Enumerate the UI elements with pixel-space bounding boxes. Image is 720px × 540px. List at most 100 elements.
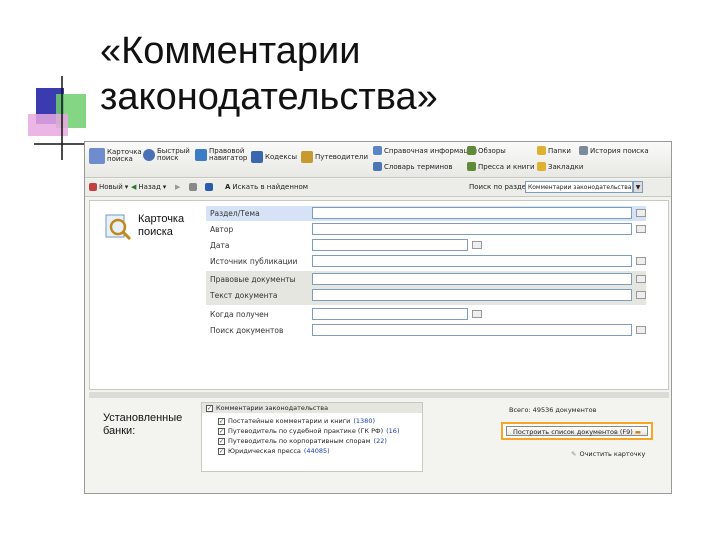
field-row-section[interactable]: Раздел/Тема <box>206 206 646 221</box>
bank-item[interactable]: ✓ Юридическая пресса (44085) <box>218 447 330 455</box>
word-button[interactable] <box>205 183 213 191</box>
section-select-arrow[interactable]: ▼ <box>633 181 643 193</box>
menu-folders[interactable]: Папки <box>537 146 571 155</box>
field-list-icon[interactable] <box>636 275 646 283</box>
banks-list: ✓ Комментарии законодательства ✓ Постате… <box>201 402 423 472</box>
folder-icon <box>537 146 546 155</box>
field-row-legal-docs[interactable]: Правовые документы <box>206 272 646 287</box>
field-input[interactable] <box>312 308 468 320</box>
field-input[interactable] <box>312 273 632 285</box>
menu-legal-navigator[interactable]: Правовой навигатор <box>195 148 251 162</box>
slide-title-line2: законодательства» <box>100 76 438 118</box>
field-list-icon[interactable] <box>472 241 482 249</box>
banks-header[interactable]: ✓ Комментарии законодательства <box>202 403 422 413</box>
eraser-icon: ✎ <box>571 450 577 458</box>
bank-item[interactable]: ✓ Постатейные комментарии и книги (1380) <box>218 417 375 425</box>
section-select[interactable]: Комментарии законодательства <box>525 181 633 193</box>
forward-button[interactable]: ▶ <box>175 183 180 191</box>
search-card-magnifier-icon <box>105 214 132 241</box>
field-input[interactable] <box>312 207 632 219</box>
menu-search-card[interactable]: Карточка поиска <box>89 148 147 164</box>
field-label: Источник публикации <box>210 257 298 266</box>
menu-reference-info-label: Справочная информация <box>384 146 477 155</box>
menu-guides[interactable]: Путеводители <box>301 151 368 163</box>
field-row-date[interactable]: Дата <box>206 238 646 253</box>
field-row-source[interactable]: Источник публикации <box>206 254 646 269</box>
new-button[interactable]: Новый ▾ <box>89 183 128 191</box>
back-button-label: Назад <box>138 183 161 191</box>
menu-dictionary-label: Словарь терминов <box>384 162 453 171</box>
menu-bookmarks-label: Закладки <box>548 162 584 171</box>
clear-card-label: Очистить карточку <box>579 450 646 458</box>
menu-reviews[interactable]: Обзоры <box>467 146 506 155</box>
bank-item[interactable]: ✓ Путеводитель по судебной практике (ГК … <box>218 427 399 435</box>
show-all-button[interactable]: A Искать в найденном <box>225 183 308 191</box>
search-card-icon <box>89 148 105 164</box>
search-card-title: Карточка поиска <box>138 213 184 239</box>
build-list-button[interactable]: Построить список документов (F9) ▬ <box>506 426 648 436</box>
slide-title-line1: «Комментарии <box>100 30 361 72</box>
field-input[interactable] <box>312 324 632 336</box>
field-input[interactable] <box>312 289 632 301</box>
field-row-author[interactable]: Автор <box>206 222 646 237</box>
history-icon <box>579 146 588 155</box>
menu-codes[interactable]: Кодексы <box>251 151 297 163</box>
field-list-icon[interactable] <box>636 209 646 217</box>
section-select-value: Комментарии законодательства <box>528 183 632 191</box>
field-input[interactable] <box>312 239 468 251</box>
banks-title: Установленные банки: <box>103 412 182 438</box>
menu-folders-label: Папки <box>548 146 571 155</box>
bank-item[interactable]: ✓ Путеводитель по корпоративным спорам (… <box>218 437 387 445</box>
banks-header-label: Комментарии законодательства <box>216 404 329 412</box>
build-list-icon: ▬ <box>634 428 642 436</box>
field-input[interactable] <box>312 223 632 235</box>
field-label: Поиск документов <box>210 326 284 335</box>
menu-search-history[interactable]: История поиска <box>579 146 649 155</box>
bank-label: Постатейные комментарии и книги <box>228 417 351 425</box>
bank-checkbox[interactable]: ✓ <box>218 427 225 435</box>
field-label: Текст документа <box>210 291 278 300</box>
bookmark-icon <box>537 162 546 171</box>
field-row-received[interactable]: Когда получен <box>206 307 646 322</box>
clear-card-button[interactable]: ✎ Очистить карточку <box>571 450 645 458</box>
banks-header-checkbox[interactable]: ✓ <box>206 404 213 412</box>
bank-checkbox[interactable]: ✓ <box>218 437 225 445</box>
menu-search-card-label: Карточка поиска <box>107 148 142 163</box>
field-list-icon[interactable] <box>636 225 646 233</box>
font-icon: A <box>225 183 231 191</box>
menu-quick-search-label: Быстрый поиск <box>157 147 190 162</box>
menu-guides-label: Путеводители <box>315 153 368 161</box>
field-list-icon[interactable] <box>636 291 646 299</box>
found-count: Всего: 49536 документов <box>509 406 597 414</box>
menu-press[interactable]: Пресса и книги <box>467 162 535 171</box>
panel-splitter[interactable] <box>89 392 669 398</box>
field-list-icon[interactable] <box>636 326 646 334</box>
field-row-doc-search[interactable]: Поиск документов <box>206 323 646 338</box>
menu-bookmarks[interactable]: Закладки <box>537 162 583 171</box>
consultant-window: Карточка поиска Быстрый поиск Правовой н… <box>84 141 672 494</box>
field-input[interactable] <box>312 255 632 267</box>
build-list-button-highlight[interactable]: Построить список документов (F9) ▬ <box>501 422 653 440</box>
banks-panel: Установленные банки: ✓ Комментарии закон… <box>89 400 669 492</box>
chevron-down-icon: ▾ <box>162 183 167 191</box>
field-row-doc-text[interactable]: Текст документа <box>206 288 646 303</box>
menu-reference-info[interactable]: Справочная информация <box>373 146 477 155</box>
menu-dictionary[interactable]: Словарь терминов <box>373 162 453 171</box>
bank-checkbox[interactable]: ✓ <box>218 417 225 425</box>
search-card-title-line1: Карточка <box>138 213 185 225</box>
menu-quick-search[interactable]: Быстрый поиск <box>143 148 191 162</box>
new-button-label: Новый <box>99 183 123 191</box>
field-list-icon[interactable] <box>472 310 482 318</box>
reference-icon <box>373 146 382 155</box>
bank-checkbox[interactable]: ✓ <box>218 447 225 455</box>
bank-label: Юридическая пресса <box>228 447 301 455</box>
menu-codes-label: Кодексы <box>265 153 298 161</box>
chevron-down-icon: ▾ <box>124 183 129 191</box>
print-button[interactable] <box>189 183 197 191</box>
print-icon <box>189 183 197 191</box>
field-label: Правовые документы <box>210 275 296 284</box>
back-button[interactable]: ◀ Назад ▾ <box>131 183 166 191</box>
field-label: Дата <box>210 241 230 250</box>
field-list-icon[interactable] <box>636 257 646 265</box>
banks-title-line1: Установленные <box>103 412 183 424</box>
